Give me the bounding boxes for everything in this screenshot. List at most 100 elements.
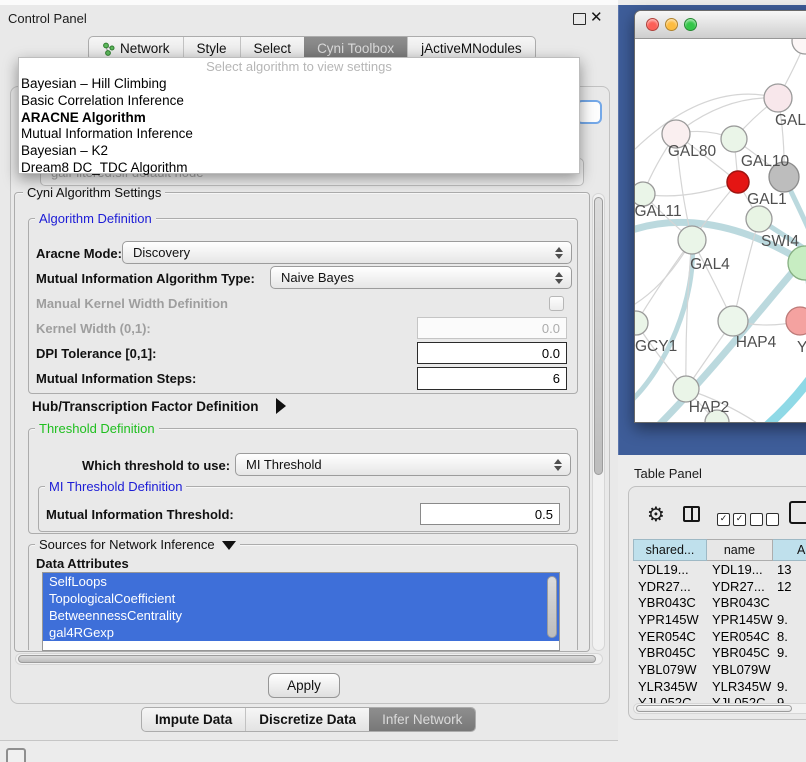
- table-row[interactable]: YBR043CYBR043C: [633, 595, 806, 612]
- combo-spinner-icon: [555, 247, 563, 259]
- svg-text:GAL: GAL: [775, 112, 806, 129]
- column-browser-icon[interactable]: [683, 506, 700, 522]
- minimize-traffic-light[interactable]: [665, 18, 678, 31]
- svg-text:GAL4: GAL4: [690, 256, 730, 273]
- data-attributes-list[interactable]: SelfLoops TopologicalCoefficient Between…: [42, 572, 560, 651]
- svg-text:HAP2: HAP2: [689, 399, 730, 416]
- algorithm-option[interactable]: Bayesian – Hill Climbing: [19, 76, 579, 93]
- control-panel-title: Control Panel: [8, 11, 87, 26]
- which-threshold-combo[interactable]: MI Threshold: [235, 453, 571, 476]
- mi-steps-label: Mutual Information Steps:: [36, 371, 196, 386]
- close-traffic-light[interactable]: [646, 18, 659, 31]
- node-GAL10[interactable]: [721, 126, 747, 152]
- algorithm-dropdown-hint: Select algorithm to view settings: [19, 58, 579, 76]
- table-panel: ⚙ ✓✓ shared... name A YDL19...YDL19...13…: [628, 486, 806, 720]
- control-panel-top-highlight: [0, 0, 618, 5]
- svg-text:SWI4: SWI4: [761, 233, 799, 250]
- svg-text:HAP4: HAP4: [736, 334, 777, 351]
- new-table-icon[interactable]: [789, 501, 806, 524]
- hub-tf-section-toggle[interactable]: Hub/Transcription Factor Definition: [32, 399, 259, 414]
- table-row[interactable]: YER054CYER054C8.: [633, 629, 806, 646]
- mi-type-combo[interactable]: Naive Bayes: [270, 266, 572, 289]
- tab-discretize-data[interactable]: Discretize Data: [245, 708, 369, 731]
- combo-spinner-icon: [555, 272, 563, 284]
- sources-group-title[interactable]: Sources for Network Inference: [35, 537, 240, 552]
- combo-spinner-icon: [554, 459, 562, 471]
- svg-text:GCY1: GCY1: [635, 338, 677, 355]
- mi-threshold-field[interactable]: [420, 503, 560, 525]
- aracne-mode-combo[interactable]: Discovery: [122, 241, 572, 264]
- list-item[interactable]: TopologicalCoefficient: [43, 590, 559, 607]
- node-red[interactable]: [727, 171, 749, 193]
- node-HAP4[interactable]: [718, 306, 748, 336]
- mini-window-icon[interactable]: [6, 748, 26, 762]
- node-top[interactable]: [792, 39, 806, 54]
- table-row[interactable]: YLR345WYLR345W9.: [633, 679, 806, 696]
- table-row[interactable]: YPR145WYPR145W9.: [633, 612, 806, 629]
- svg-text:GAL1: GAL1: [747, 191, 787, 208]
- dpi-tolerance-label: DPI Tolerance [0,1]:: [36, 346, 156, 361]
- list-scrollbar[interactable]: [547, 576, 557, 638]
- column-header-name[interactable]: name: [707, 539, 773, 561]
- algorithm-dropdown-list: Select algorithm to view settings Bayesi…: [18, 57, 580, 174]
- algorithm-option[interactable]: Basic Correlation Inference: [19, 93, 579, 110]
- tab-infer-network[interactable]: Infer Network: [369, 708, 475, 731]
- node-GAL1[interactable]: [746, 206, 772, 232]
- close-icon[interactable]: ✕: [590, 8, 603, 26]
- network-view-window: GAL GAL80 GAL10 GAL1 GAL11 SWI4 GAL4 GCY…: [634, 10, 806, 423]
- node-salmon[interactable]: [786, 307, 806, 335]
- network-icon: [102, 42, 115, 56]
- column-header-clipped[interactable]: A: [773, 539, 806, 561]
- aracne-mode-value: Discovery: [133, 245, 190, 260]
- node-GCY1[interactable]: [635, 311, 648, 335]
- cyni-algorithm-settings-title: Cyni Algorithm Settings: [23, 185, 165, 200]
- which-threshold-label: Which threshold to use:: [82, 458, 230, 473]
- list-item[interactable]: BetweennessCentrality: [43, 607, 559, 624]
- svg-text:Y: Y: [797, 339, 806, 356]
- tab-cyni-toolbox-label: Cyni Toolbox: [317, 41, 394, 56]
- float-window-icon[interactable]: [573, 13, 586, 25]
- collapsed-arrow-icon[interactable]: [276, 398, 286, 414]
- dpi-tolerance-field[interactable]: [417, 342, 567, 364]
- tab-discretize-data-label: Discretize Data: [259, 712, 356, 727]
- table-row[interactable]: YDR27...YDR27...12: [633, 579, 806, 596]
- mi-steps-field[interactable]: [417, 367, 567, 390]
- mi-threshold-label: Mutual Information Threshold:: [46, 507, 234, 522]
- list-item[interactable]: gal4RGexp: [43, 624, 559, 641]
- gear-icon[interactable]: ⚙: [647, 502, 665, 526]
- settings-vertical-scrollbar[interactable]: [592, 193, 605, 651]
- table-header-row: shared... name A: [633, 539, 806, 561]
- table-body[interactable]: YDL19...YDL19...13 YDR27...YDR27...12 YB…: [633, 562, 806, 703]
- column-header-shared-name[interactable]: shared...: [633, 539, 707, 561]
- data-attributes-label: Data Attributes: [36, 556, 129, 571]
- node-GAL4[interactable]: [678, 226, 706, 254]
- table-row[interactable]: YBR045CYBR045C9.: [633, 645, 806, 662]
- algorithm-option[interactable]: Mutual Information Inference: [19, 126, 579, 143]
- svg-text:GAL10: GAL10: [741, 153, 790, 170]
- table-row[interactable]: YDL19...YDL19...13: [633, 562, 806, 579]
- manual-kernel-checkbox[interactable]: [549, 296, 564, 311]
- tab-style-label: Style: [197, 41, 227, 56]
- kernel-width-field[interactable]: [417, 317, 567, 339]
- threshold-definition-title: Threshold Definition: [35, 421, 159, 436]
- hide-columns-icon[interactable]: [750, 513, 779, 526]
- mi-type-label: Mutual Information Algorithm Type:: [36, 271, 255, 286]
- sources-title-text: Sources for Network Inference: [39, 537, 215, 552]
- settings-horizontal-scrollbar[interactable]: [15, 653, 603, 665]
- svg-text:GAL11: GAL11: [635, 203, 682, 220]
- zoom-traffic-light[interactable]: [684, 18, 697, 31]
- screen: Control Panel ✕ Network Style: [0, 0, 806, 762]
- node-pink[interactable]: [764, 84, 792, 112]
- tab-impute-data[interactable]: Impute Data: [142, 708, 245, 731]
- algorithm-option-selected[interactable]: ARACNE Algorithm: [19, 110, 579, 127]
- algorithm-option[interactable]: Bayesian – K2: [19, 143, 579, 160]
- algorithm-option[interactable]: Dream8 DC_TDC Algorithm: [19, 160, 579, 177]
- show-columns-icon[interactable]: ✓✓: [717, 513, 746, 526]
- table-row[interactable]: YBL079WYBL079W: [633, 662, 806, 679]
- network-window-titlebar[interactable]: [635, 11, 806, 39]
- table-horizontal-scrollbar[interactable]: [633, 703, 806, 714]
- list-item[interactable]: SelfLoops: [43, 573, 559, 590]
- apply-button[interactable]: Apply: [268, 673, 340, 698]
- table-row[interactable]: YJL052CYJL052C9.: [633, 695, 806, 703]
- network-canvas[interactable]: GAL GAL80 GAL10 GAL1 GAL11 SWI4 GAL4 GCY…: [635, 39, 806, 423]
